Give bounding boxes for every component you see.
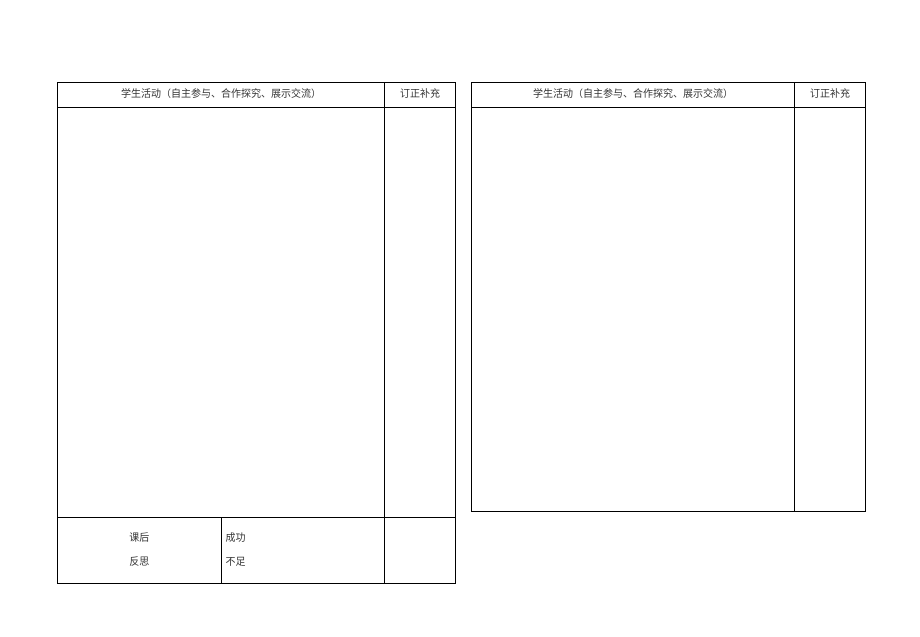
reflection-rest-cell [385,518,456,584]
right-table-block: 学生活动（自主参与、合作探究、展示交流） 订正补充 [471,82,865,584]
right-body-activity [472,108,795,512]
left-body-revision [385,108,456,518]
right-table: 学生活动（自主参与、合作探究、展示交流） 订正补充 [471,82,866,512]
left-body-row [58,108,456,518]
left-header-row: 学生活动（自主参与、合作探究、展示交流） 订正补充 [58,83,456,108]
reflection-label-line1: 课后 [60,527,219,551]
left-body-activity [58,108,385,518]
left-reflection-row: 课后 反思 成功 不足 [58,518,456,584]
reflection-label-cell: 课后 反思 [58,518,222,584]
reflection-content-line1: 成功 [226,527,383,551]
left-table: 学生活动（自主参与、合作探究、展示交流） 订正补充 课后 反思 成功 不足 [57,82,456,584]
right-body-revision [795,108,866,512]
page-container: 学生活动（自主参与、合作探究、展示交流） 订正补充 课后 反思 成功 不足 [57,82,865,584]
right-header-revision: 订正补充 [795,83,866,108]
reflection-label-line2: 反思 [60,551,219,575]
left-header-activity: 学生活动（自主参与、合作探究、展示交流） [58,83,385,108]
right-header-activity: 学生活动（自主参与、合作探究、展示交流） [472,83,795,108]
right-body-row [472,108,866,512]
left-header-revision: 订正补充 [385,83,456,108]
reflection-content-line2: 不足 [226,551,383,575]
reflection-content-cell: 成功 不足 [221,518,385,584]
left-table-block: 学生活动（自主参与、合作探究、展示交流） 订正补充 课后 反思 成功 不足 [57,82,455,584]
right-header-row: 学生活动（自主参与、合作探究、展示交流） 订正补充 [472,83,866,108]
